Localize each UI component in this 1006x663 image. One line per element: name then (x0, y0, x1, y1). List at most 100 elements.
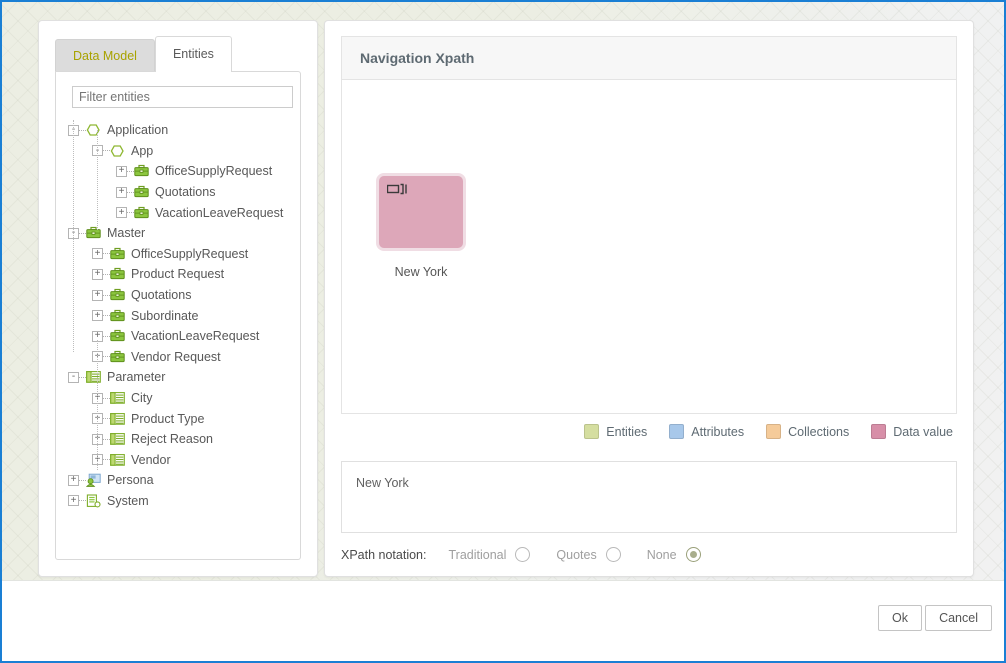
tree-node-label: Vendor Request (131, 349, 221, 364)
tree-node-label: Persona (107, 473, 154, 488)
entity-tree: - Application - App + OfficeSupplyRequest + Quo… (62, 120, 296, 555)
legend-label: Entities (606, 424, 648, 439)
grid-icon (110, 412, 125, 426)
page-title: Navigation Xpath (360, 50, 475, 66)
radio-quotes[interactable] (605, 547, 621, 562)
radio-label-quotes: Quotes (556, 547, 597, 562)
tab-entities[interactable]: Entities (154, 36, 232, 72)
grid-icon (110, 432, 125, 446)
tree-node-label: Parameter (107, 370, 166, 385)
data-value-icon (387, 183, 407, 195)
filter-entities-input[interactable] (72, 86, 293, 108)
legend-label: Collections (788, 424, 850, 439)
tab-data-model[interactable]: Data Model (55, 39, 155, 72)
tree-connector (127, 170, 134, 172)
tree-node-label: OfficeSupplyRequest (131, 246, 249, 261)
entities-tab-panel: -Application-App+OfficeSupplyRequest+Quo… (55, 71, 301, 560)
ok-button[interactable]: Ok (878, 605, 922, 631)
tree-connector (103, 418, 110, 420)
tree-node-label: Quotations (155, 185, 216, 200)
panel-header: Navigation Xpath (341, 36, 957, 80)
tree-node-label: Application (107, 123, 169, 138)
hexagon-icon (86, 123, 101, 137)
radio-none[interactable] (685, 547, 701, 562)
expand-toggle[interactable]: + (116, 207, 127, 219)
legend-item: Attributes (669, 424, 744, 439)
expand-toggle[interactable]: + (92, 248, 103, 260)
entities-panel: Data Model Entities -Application-App+Off… (38, 20, 318, 577)
tree-node[interactable]: + OfficeSupplyRequest (62, 244, 296, 265)
tree-connector (103, 253, 110, 255)
xpath-notation-row: XPath notation: Traditional Quotes None (341, 547, 727, 562)
xpath-notation-label: XPath notation: (341, 547, 427, 562)
cancel-button[interactable]: Cancel (925, 605, 992, 631)
tree-node[interactable]: + System (62, 491, 296, 512)
collapse-toggle[interactable]: - (68, 371, 79, 383)
tree-node-label: Vendor (131, 452, 171, 467)
briefcase-icon (110, 288, 125, 302)
tree-node-label: Master (107, 226, 146, 241)
tree-node-label: OfficeSupplyRequest (155, 164, 273, 179)
expand-toggle[interactable]: + (92, 310, 103, 322)
tree-node-label: VacationLeaveRequest (155, 205, 284, 220)
expand-toggle[interactable]: + (68, 474, 79, 486)
tree-node[interactable]: + Quotations (62, 285, 296, 306)
briefcase-icon (110, 267, 125, 281)
tree-connector (79, 376, 86, 378)
expand-toggle[interactable]: + (92, 289, 103, 301)
legend: Entities Attributes Collections Data value (584, 424, 953, 439)
tree-connector (103, 335, 110, 337)
canvas-node-data-value[interactable]: New York (379, 176, 463, 279)
legend-item: Data value (871, 424, 953, 439)
expand-toggle[interactable]: + (116, 186, 127, 198)
hexagon-icon (110, 144, 125, 158)
legend-item: Entities (584, 424, 647, 439)
tree-connector (103, 459, 110, 461)
tree-connector-line (97, 130, 98, 230)
tree-connector (103, 150, 110, 152)
grid-icon (110, 391, 125, 405)
system-icon (86, 494, 101, 508)
radio-option-traditional[interactable]: Traditional (448, 547, 531, 562)
xpath-value-display[interactable]: New York (341, 461, 957, 533)
dialog-window: Ok Cancel Data Model Entities - Applicati… (0, 0, 1006, 663)
expand-toggle[interactable]: + (68, 495, 79, 507)
tree-node[interactable]: + Product Request (62, 264, 296, 285)
tree-connector (79, 500, 86, 502)
data-value-box[interactable] (379, 176, 463, 248)
radio-traditional[interactable] (515, 547, 531, 562)
briefcase-icon (134, 185, 149, 199)
tree-connector (103, 397, 110, 399)
xpath-canvas: New York (341, 80, 957, 414)
briefcase-icon (110, 309, 125, 323)
legend-label: Attributes (691, 424, 745, 439)
canvas-node-label: New York (394, 265, 448, 279)
expand-toggle[interactable]: + (92, 268, 103, 280)
tree-connector (79, 232, 86, 234)
radio-option-none[interactable]: None (647, 547, 701, 562)
tree-node-label: App (131, 143, 154, 158)
briefcase-icon (110, 247, 125, 261)
tree-connector (103, 438, 110, 440)
grid-icon (110, 453, 125, 467)
tree-connector (79, 129, 86, 131)
tree-node[interactable]: + Persona (62, 470, 296, 491)
tree-node-label: System (107, 493, 149, 508)
radio-option-quotes[interactable]: Quotes (556, 547, 621, 562)
tree-node[interactable]: + Subordinate (62, 305, 296, 326)
navigation-xpath-panel: Navigation Xpath New York Entities Attrib… (324, 20, 974, 577)
tree-connector (103, 273, 110, 275)
tree-connector-line (73, 120, 74, 352)
radio-label-none: None (646, 547, 677, 562)
tree-node-label: Product Type (131, 411, 205, 426)
legend-item: Collections (766, 424, 849, 439)
tree-node-label: Quotations (131, 288, 192, 303)
tree-node-label: Reject Reason (131, 432, 213, 447)
tree-connector (103, 356, 110, 358)
tree-node-label: Product Request (131, 267, 225, 282)
tree-connector-line (97, 340, 98, 470)
tree-connector (127, 212, 134, 214)
persona-icon (85, 473, 101, 488)
expand-toggle[interactable]: + (116, 165, 127, 177)
radio-label-traditional: Traditional (448, 547, 507, 562)
